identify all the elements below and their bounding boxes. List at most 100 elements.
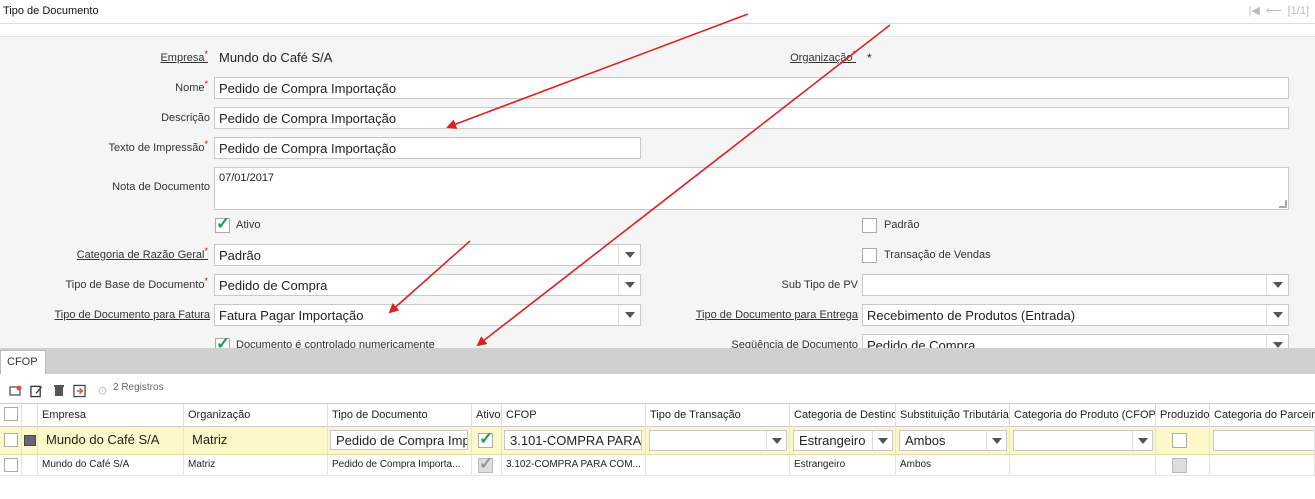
col-categoria-parceiro[interactable]: Categoria do Parceiro	[1210, 404, 1315, 427]
nome-input[interactable]: Pedido de Compra Importação	[214, 77, 1289, 99]
sequencia-select[interactable]: Pedido de Compra	[862, 334, 1289, 348]
col-tipo-transacao[interactable]: Tipo de Transação	[646, 404, 790, 427]
col-cfop[interactable]: CFOP	[502, 404, 646, 427]
categoria-produto-select[interactable]	[1013, 430, 1153, 451]
tipo-fatura-select[interactable]: Fatura Pagar Importação	[214, 304, 641, 326]
tipo-base-select[interactable]: Pedido de Compra	[214, 274, 641, 296]
cell-cfop-text: 3.102-COMPRA PARA COM...	[506, 459, 641, 470]
gear-icon: ⚙	[97, 383, 108, 398]
cell-organizacao-text: Matriz	[188, 459, 216, 470]
previous-record-icon[interactable]: ⟵	[1266, 4, 1282, 17]
cfop-input[interactable]: 3.101-COMPRA PARA I	[504, 430, 642, 450]
sub-tipo-pv-select[interactable]	[862, 274, 1289, 296]
nota-documento-textarea[interactable]: 07/01/2017	[214, 167, 1289, 210]
descricao-input[interactable]: Pedido de Compra Importação	[214, 107, 1289, 129]
controlado-checkbox[interactable]	[215, 334, 230, 348]
substituicao-value: Ambos	[905, 433, 946, 448]
categoria-razao-select[interactable]: Padrão	[214, 244, 641, 266]
chevron-down-icon[interactable]	[1266, 335, 1288, 348]
cell-substituicao-text: Ambos	[900, 459, 932, 470]
col-tipo-documento[interactable]: Tipo de Documento	[328, 404, 472, 427]
record-count: 2 Registros	[113, 382, 164, 393]
record-pager: [1/1]	[1287, 4, 1309, 17]
window-header: Tipo de Documento |◀ ⟵ [1/1]	[0, 0, 1315, 24]
col-produzido[interactable]: Produzido	[1156, 404, 1210, 427]
empresa-label[interactable]: Empresa*	[60, 49, 208, 64]
texto-impressao-input[interactable]: Pedido de Compra Importação	[214, 137, 641, 159]
categoria-parceiro-select[interactable]	[1213, 430, 1314, 451]
col-ativo[interactable]: Ativo	[472, 404, 502, 427]
tipo-entrega-label[interactable]: Tipo de Documento para Entrega	[660, 309, 858, 321]
tipo-transacao-select[interactable]	[649, 430, 787, 451]
organizacao-value: *	[867, 51, 872, 65]
col-substituicao-tributaria[interactable]: Substituição Tributária	[896, 404, 1010, 427]
delete-icon[interactable]	[52, 384, 65, 397]
cell-categoria-produto	[1010, 455, 1156, 475]
cell-empresa-text: Mundo do Café S/A	[46, 432, 160, 447]
categoria-razao-label[interactable]: Categoria de Razão Geral*	[40, 246, 208, 261]
cell-organizacao: Matriz	[184, 455, 328, 475]
categoria-destino-value: Estrangeiro	[799, 433, 866, 448]
chevron-down-icon[interactable]	[618, 305, 640, 325]
col-categoria-produto[interactable]: Categoria do Produto (CFOP)	[1010, 404, 1156, 427]
select-all-checkbox[interactable]	[4, 407, 18, 421]
sequencia-value: Pedido de Compra	[867, 338, 976, 348]
cell-categoria-parceiro	[1210, 427, 1315, 454]
chevron-down-icon[interactable]	[1266, 305, 1288, 325]
col-categoria-destino[interactable]: Categoria de Destino	[790, 404, 896, 427]
row-ativo-checkbox	[478, 455, 493, 474]
row-checkbox[interactable]	[4, 458, 18, 472]
new-record-icon[interactable]	[9, 384, 22, 397]
resize-grip-icon[interactable]	[1279, 200, 1287, 208]
categoria-razao-value: Padrão	[219, 248, 261, 263]
tipo-base-value: Pedido de Compra	[219, 278, 328, 293]
chevron-down-icon[interactable]	[1266, 275, 1288, 295]
grid-toolbar: ⚙ 2 Registros	[0, 374, 1315, 402]
row-produzido-checkbox	[1172, 458, 1187, 473]
cell-cfop: 3.101-COMPRA PARA I	[502, 427, 646, 454]
substituicao-select[interactable]: Ambos	[899, 430, 1007, 451]
row-edit-icon[interactable]	[24, 435, 36, 446]
tipo-entrega-select[interactable]: Recebimento de Produtos (Entrada)	[862, 304, 1289, 326]
table-row[interactable]: Mundo do Café S/A Matriz Pedido de Compr…	[0, 455, 1315, 476]
export-icon[interactable]	[73, 384, 86, 397]
padrao-checkbox[interactable]	[862, 218, 877, 233]
cell-categoria-destino: Estrangeiro	[790, 427, 896, 454]
edit-icon[interactable]	[30, 384, 43, 397]
ativo-checkbox[interactable]	[215, 214, 230, 234]
chevron-down-icon[interactable]	[986, 431, 1006, 450]
cell-organizacao-text: Matriz	[192, 432, 228, 447]
chevron-down-icon[interactable]	[618, 245, 640, 265]
cell-produzido	[1156, 455, 1210, 475]
cell-produzido	[1156, 427, 1210, 454]
cell-substituicao: Ambos	[896, 427, 1010, 454]
tipo-documento-input[interactable]: Pedido de Compra Imp	[330, 430, 468, 450]
padrao-label: Padrão	[884, 219, 920, 231]
row-icon-header	[22, 404, 38, 427]
empresa-value: Mundo do Café S/A	[219, 50, 333, 65]
tab-cfop[interactable]: CFOP	[0, 350, 46, 374]
col-empresa[interactable]: Empresa	[38, 404, 184, 427]
tipo-fatura-label[interactable]: Tipo de Documento para Fatura	[20, 309, 210, 321]
chevron-down-icon[interactable]	[766, 431, 786, 450]
chevron-down-icon[interactable]	[618, 275, 640, 295]
row-checkbox[interactable]	[4, 433, 18, 447]
tab-strip: CFOP	[0, 348, 1315, 374]
organizacao-label[interactable]: Organização*	[760, 49, 856, 64]
col-organizacao[interactable]: Organização	[184, 404, 328, 427]
row-ativo-checkbox[interactable]	[478, 429, 493, 449]
select-all-cell	[0, 404, 22, 427]
row-produzido-checkbox[interactable]	[1172, 433, 1187, 448]
tipo-fatura-value: Fatura Pagar Importação	[219, 308, 364, 323]
ativo-label: Ativo	[236, 219, 261, 231]
chevron-down-icon[interactable]	[1132, 431, 1152, 450]
chevron-down-icon[interactable]	[872, 431, 892, 450]
transacao-vendas-checkbox[interactable]	[862, 248, 877, 263]
categoria-destino-select[interactable]: Estrangeiro	[793, 430, 893, 451]
cell-categoria-destino-text: Estrangeiro	[794, 459, 846, 470]
table-row[interactable]: Mundo do Café S/A Matriz Pedido de Compr…	[0, 427, 1315, 455]
tipo-entrega-value: Recebimento de Produtos (Entrada)	[867, 308, 1076, 323]
first-record-icon[interactable]: |◀	[1248, 4, 1259, 17]
window-title: Tipo de Documento	[3, 5, 99, 17]
nome-label: Nome*	[175, 79, 208, 94]
